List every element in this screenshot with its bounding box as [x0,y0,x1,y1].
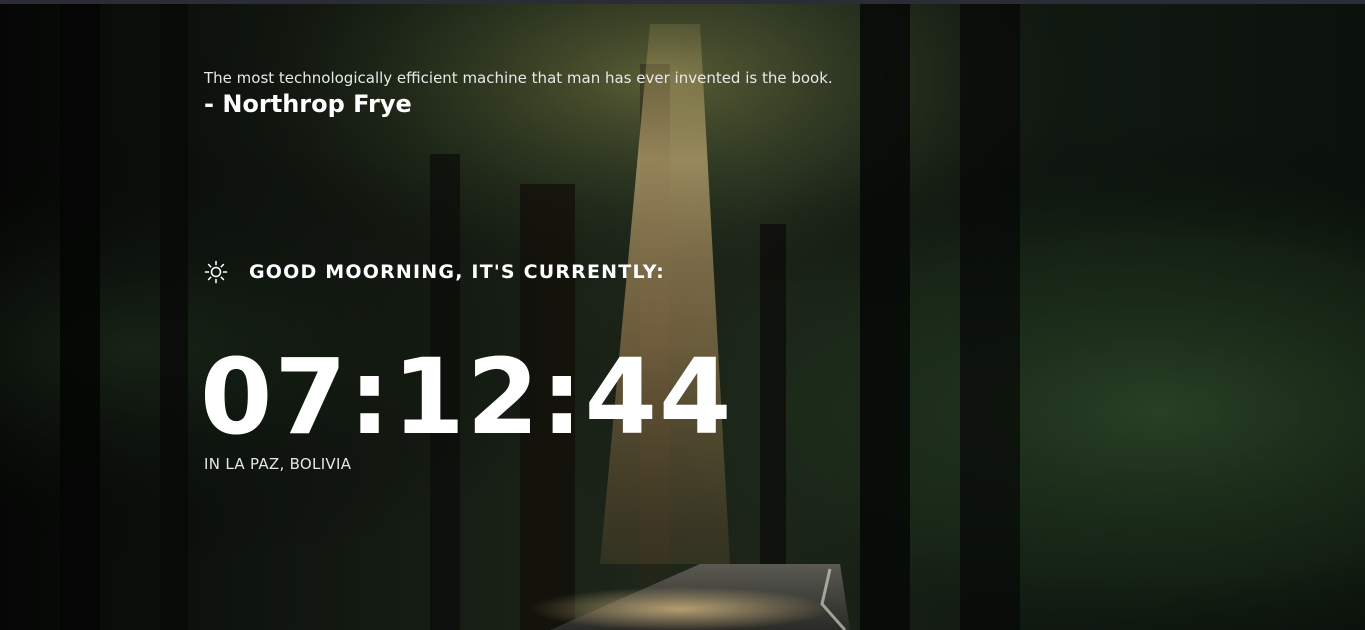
quote-author: - Northrop Frye [204,90,412,118]
page: The most technologically efficient machi… [0,0,1365,630]
dashboard-content: The most technologically efficient machi… [0,0,1365,630]
clock-time: 07:12:44 [200,336,734,458]
sun-icon [204,260,228,284]
quote-text: The most technologically efficient machi… [204,69,833,87]
greeting-text: GOOD MOORNING, IT'S CURRENTLY: [249,261,665,283]
location-text: IN LA PAZ, BOLIVIA [204,455,352,473]
greeting: GOOD MOORNING, IT'S CURRENTLY: [204,259,665,285]
browser-top-bar [0,0,1365,4]
